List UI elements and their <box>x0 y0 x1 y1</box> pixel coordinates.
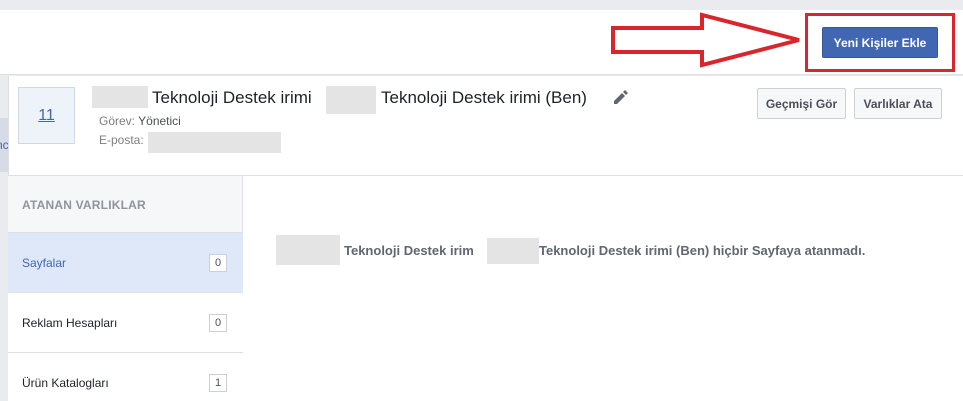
email-row: E-posta: <box>99 133 144 147</box>
avatar-text: 11 <box>38 106 55 124</box>
sidebar-item-ad-accounts[interactable]: Reklam Hesapları 0 <box>8 292 243 352</box>
sidebar-item-label: Ürün Katalogları <box>22 375 109 390</box>
view-history-button[interactable]: Geçmişi Gör <box>757 88 846 119</box>
sidebar-item-product-catalogs[interactable]: Ürün Katalogları 1 <box>8 352 243 401</box>
right-arrow-icon <box>611 12 800 68</box>
redacted-name-2 <box>326 86 376 114</box>
assign-assets-button[interactable]: Varlıklar Ata <box>854 88 942 119</box>
sidebar-item-label: Sayfalar <box>22 255 67 270</box>
sidebar-heading: ATANAN VARLIKLAR <box>22 198 146 212</box>
sidebar-item-label: Reklam Hesapları <box>22 315 118 330</box>
redacted-message-1 <box>276 235 340 265</box>
role-value: Yönetici <box>138 114 181 128</box>
email-label: E-posta: <box>99 133 144 147</box>
count-badge: 1 <box>209 374 227 392</box>
redacted-name-1 <box>92 86 148 108</box>
left-edge-fragment[interactable]: nc <box>0 118 8 172</box>
sidebar-item-pages[interactable]: Sayfalar 0 <box>8 232 243 292</box>
add-people-button[interactable]: Yeni Kişiler Ekle <box>822 27 938 58</box>
redacted-message-2 <box>487 238 539 264</box>
redacted-email <box>148 132 281 153</box>
empty-message-part1: Teknoloji Destek irim <box>344 243 474 258</box>
count-badge: 0 <box>209 254 227 272</box>
pencil-icon[interactable] <box>611 88 629 106</box>
empty-message-part2: Teknoloji Destek irimi (Ben) hiçbir Sayf… <box>539 243 866 258</box>
person-name-part1: Teknoloji Destek irimi <box>152 88 312 107</box>
avatar: 11 <box>18 87 75 144</box>
role-label: Görev: <box>99 114 136 128</box>
count-badge: 0 <box>209 314 227 332</box>
person-name-part2: Teknoloji Destek irimi (Ben) <box>381 88 587 107</box>
top-strip <box>0 0 963 10</box>
role-row: Görev: Yönetici <box>99 114 181 128</box>
